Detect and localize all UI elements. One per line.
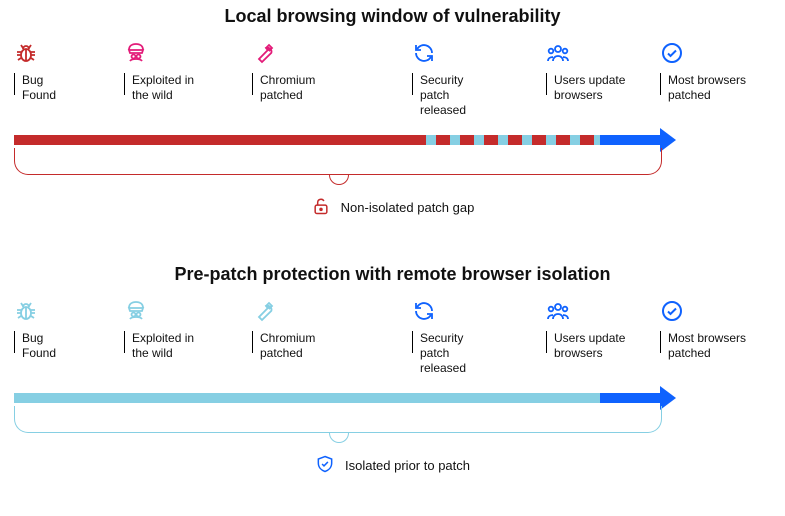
- users-icon: [546, 298, 656, 324]
- stage-most: Most browserspatched: [660, 40, 770, 66]
- stage-users: Users updatebrowsers: [546, 40, 656, 66]
- stage-bug: BugFound: [14, 40, 124, 66]
- hacker-icon: [124, 298, 234, 324]
- stage-label: Most browserspatched: [668, 331, 746, 361]
- diagram-isolated: Pre-patch protection with remote browser…: [0, 258, 785, 516]
- caption: Isolated prior to patch: [14, 453, 771, 478]
- stage-most: Most browserspatched: [660, 298, 770, 324]
- stage-label: Securitypatchreleased: [420, 331, 466, 376]
- bug-icon: [14, 298, 124, 324]
- stage-chromium: Chromiumpatched: [252, 40, 362, 66]
- diagram-local: Local browsing window of vulnerability B…: [0, 0, 785, 258]
- timeline: BugFound Exploited inthe wild Chromiumpa…: [14, 40, 771, 170]
- stage-exploit: Exploited inthe wild: [124, 298, 234, 324]
- stage-label: Chromiumpatched: [260, 73, 315, 103]
- stage-label: Chromiumpatched: [260, 331, 315, 361]
- bug-icon: [14, 40, 124, 66]
- caption: Non-isolated patch gap: [14, 195, 771, 220]
- stage-label: Most browserspatched: [668, 73, 746, 103]
- unlock-icon: [311, 195, 331, 220]
- users-icon: [546, 40, 656, 66]
- stage-label: Users updatebrowsers: [554, 331, 625, 361]
- brace: [14, 406, 662, 433]
- stage-users: Users updatebrowsers: [546, 298, 656, 324]
- stage-label: BugFound: [22, 331, 56, 361]
- wrench-icon: [252, 298, 362, 324]
- stage-label: Securitypatchreleased: [420, 73, 466, 118]
- wrench-icon: [252, 40, 362, 66]
- stage-chromium: Chromiumpatched: [252, 298, 362, 324]
- stage-patch: Securitypatchreleased: [412, 40, 522, 66]
- stage-patch: Securitypatchreleased: [412, 298, 522, 324]
- timeline: BugFound Exploited inthe wild Chromiumpa…: [14, 298, 771, 428]
- caption-text: Isolated prior to patch: [345, 458, 470, 473]
- stage-bug: BugFound: [14, 298, 124, 324]
- check-icon: [660, 298, 770, 324]
- sync-icon: [412, 298, 522, 324]
- stage-label: Exploited inthe wild: [132, 331, 194, 361]
- check-icon: [660, 40, 770, 66]
- stage-label: Users updatebrowsers: [554, 73, 625, 103]
- stage-label: BugFound: [22, 73, 56, 103]
- diagram-title: Pre-patch protection with remote browser…: [0, 258, 785, 285]
- sync-icon: [412, 40, 522, 66]
- diagram-title: Local browsing window of vulnerability: [0, 0, 785, 27]
- shield-icon: [315, 453, 335, 478]
- stage-label: Exploited inthe wild: [132, 73, 194, 103]
- caption-text: Non-isolated patch gap: [341, 200, 475, 215]
- stage-exploit: Exploited inthe wild: [124, 40, 234, 66]
- brace: [14, 148, 662, 175]
- hacker-icon: [124, 40, 234, 66]
